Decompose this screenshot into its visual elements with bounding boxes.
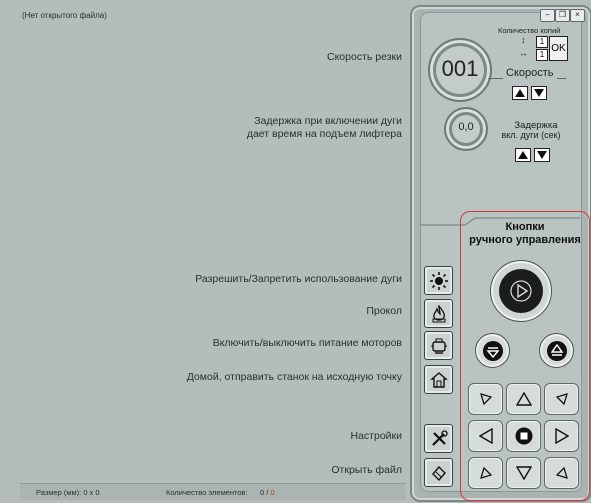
copies-x-input[interactable]: 1 [536,49,548,61]
manual-title-line1: Кнопки [505,221,545,233]
pierce-description: Прокол [366,305,402,317]
motors-description: Включить/выключить питание моторов [212,337,402,349]
settings-description: Настройки [350,430,403,442]
delay-label-line2: вкл. дуги (сек) [501,130,561,140]
jog-down-button[interactable] [506,457,541,489]
element-count-total: 0 [270,488,275,497]
tools-icon [431,429,448,446]
speed-down-button[interactable] [531,86,547,100]
speed-up-button[interactable] [512,86,528,100]
torch-down-button[interactable] [475,333,510,368]
file-status: (Нет открытого файла) [22,11,107,20]
jog-down-left-button[interactable] [468,457,503,489]
torch-up-button[interactable] [539,333,574,368]
open-file-description: Открыть файл [331,464,402,476]
flame-icon [432,304,445,322]
torch-down-icon [482,340,503,361]
cut-speed-description: Скорость резки [327,51,402,63]
arrow-up-right-icon [555,393,568,406]
settings-button[interactable] [424,424,453,453]
speed-label: Скорость [503,67,557,79]
arrow-up-icon [515,392,532,406]
status-bar: Размер (мм): 0 x 0 Количество элементов:… [20,483,406,500]
delay-down-button[interactable] [534,148,550,162]
home-description: Домой, отправить станок на исходную точк… [186,371,402,383]
copies-y-input[interactable]: 1 [536,36,548,48]
pierce-button[interactable] [424,299,453,328]
minimize-button[interactable]: – [540,9,555,22]
speed-dial: 001 [428,38,492,102]
home-button[interactable] [424,365,453,394]
vertical-arrows-icon: ↕ [521,35,526,45]
stop-icon [515,427,532,445]
open-file-button[interactable] [424,458,453,487]
delay-value: 0,0 [458,121,474,133]
ok-button[interactable]: OK [549,36,568,61]
open-file-icon [431,465,446,481]
motor-icon [430,338,447,354]
jog-left-button[interactable] [468,420,503,452]
arrow-left-icon [478,428,493,444]
sun-icon [429,271,448,290]
start-button[interactable] [490,260,552,322]
arrow-down-right-icon [555,466,568,479]
delay-up-button[interactable] [515,148,531,162]
arc-enable-description: Разрешить/Запретить использование дуги [195,273,402,285]
arrow-down-icon [515,466,532,480]
jog-down-right-button[interactable] [544,457,579,489]
jog-up-right-button[interactable] [544,383,579,415]
arrow-up-left-icon [479,393,492,406]
copies-label: Количество копий [498,26,561,35]
element-count-label: Количество элементов: [166,488,248,497]
home-icon [429,371,448,388]
arc-delay-description-line1: Задержка при включении дуги [254,115,402,127]
speed-value: 001 [441,56,479,81]
element-count: 0 / 0 [260,488,275,497]
arrow-down-icon [537,151,547,159]
delay-dial: 0,0 [444,107,488,151]
motors-power-button[interactable] [424,331,453,360]
restore-button[interactable]: ❐ [555,9,570,22]
horizontal-arrows-icon: ↔ [519,48,528,58]
arc-delay-description-line2: дает время на подъем лифтера [246,128,402,140]
jog-right-button[interactable] [544,420,579,452]
close-button[interactable]: × [570,9,585,22]
torch-up-icon [546,340,567,361]
manual-title-line2: ручного управления [469,234,581,246]
jog-up-button[interactable] [506,383,541,415]
size-readout: Размер (мм): 0 x 0 [36,488,100,497]
arc-enable-button[interactable] [424,266,453,295]
stop-button[interactable] [506,420,541,452]
arrow-down-left-icon [479,466,492,479]
arrow-right-icon [554,428,569,444]
arrow-up-icon [518,151,528,159]
play-icon [510,280,532,302]
arrow-down-icon [534,89,544,97]
jog-up-left-button[interactable] [468,383,503,415]
arrow-up-icon [515,89,525,97]
